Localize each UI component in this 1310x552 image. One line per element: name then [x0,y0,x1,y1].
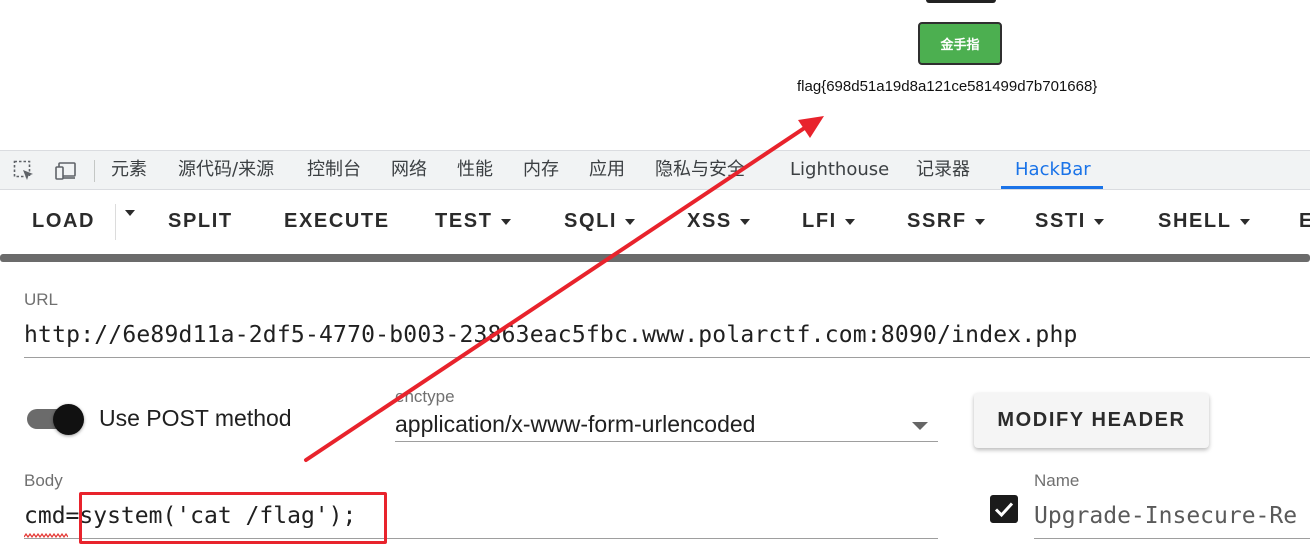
body-label: Body [24,471,63,490]
shell-menu-button[interactable]: SHELL [1158,210,1250,233]
caret-down-icon [844,218,855,225]
sqli-label: SQLI [564,210,618,232]
load-menu-button[interactable] [117,210,135,216]
annotation-highlight-box [79,492,387,544]
shell-label: SHELL [1158,210,1232,232]
load-split-divider [115,204,116,240]
ssrf-menu-button[interactable]: SSRF [907,210,985,233]
encoding-label: E [1299,210,1310,232]
test-menu-button[interactable]: TEST [435,210,511,233]
active-tab-indicator [1001,186,1103,189]
sqli-menu-button[interactable]: SQLI [564,210,636,233]
arrow-head-icon [798,116,824,138]
post-method-label: Use POST method [99,405,292,431]
dropdown-arrow-icon[interactable] [912,422,928,430]
checkmark-icon [994,502,1014,518]
ssrf-label: SSRF [907,210,967,232]
flag-text: flag{698d51a19d8a121ce581499d7b701668} [797,78,1098,95]
caret-down-icon [974,218,985,225]
lfi-label: LFI [802,210,837,232]
header-name-underline [1034,538,1310,539]
url-label: URL [24,290,59,309]
inspect-element-icon[interactable] [12,159,36,183]
header-enabled-checkbox[interactable] [990,495,1018,523]
tab-elements[interactable]: 元素 [111,151,147,189]
devtools-tab-bar: 元素 源代码/来源 控制台 网络 性能 内存 应用 隐私与安全 Lighthou… [0,150,1310,190]
url-input[interactable]: http://6e89d11a-2df5-4770-b003-23863eac5… [24,322,1078,348]
device-toolbar-icon[interactable] [54,159,78,183]
encoding-menu-button[interactable]: E [1299,210,1310,233]
header-name-label: Name [1034,471,1080,490]
toolbar-shadow [0,254,1310,262]
ssti-menu-button[interactable]: SSTI [1035,210,1104,233]
xss-label: XSS [687,210,732,232]
caret-down-icon [1239,218,1250,225]
enctype-label: enctype [395,387,455,406]
toolbar-separator [94,160,95,182]
tab-sources[interactable]: 源代码/来源 [178,151,274,189]
caret-down-icon [625,218,636,225]
execute-label: EXECUTE [284,210,390,232]
previous-button-edge [926,0,996,3]
ssti-label: SSTI [1035,210,1086,232]
annotation-arrow [304,116,824,462]
tab-console[interactable]: 控制台 [307,151,361,189]
tab-application[interactable]: 应用 [589,151,625,189]
tab-network[interactable]: 网络 [391,151,427,189]
caret-down-icon [500,218,511,225]
caret-down-icon [125,210,135,216]
xss-menu-button[interactable]: XSS [687,210,750,233]
caret-down-icon [1093,218,1104,225]
tab-hackbar[interactable]: HackBar [1015,151,1091,189]
tab-lighthouse[interactable]: Lighthouse [790,151,889,189]
modify-header-button[interactable]: MODIFY HEADER [974,393,1209,448]
tab-performance[interactable]: 性能 [457,151,493,189]
post-method-toggle-thumb[interactable] [53,404,84,435]
tab-memory[interactable]: 内存 [523,151,559,189]
split-button[interactable]: SPLIT [168,210,233,233]
tab-privacy-security[interactable]: 隐私与安全 [655,151,745,189]
execute-button[interactable]: EXECUTE [284,210,390,233]
test-label: TEST [435,210,493,232]
url-underline [24,357,1310,358]
enctype-select[interactable]: application/x-www-form-urlencoded [395,411,755,438]
caret-down-icon [739,218,750,225]
lfi-menu-button[interactable]: LFI [802,210,855,233]
cheat-button[interactable]: 金手指 [918,22,1002,65]
load-button[interactable]: LOAD [32,210,95,233]
header-name-input[interactable]: Upgrade-Insecure-Re [1034,503,1297,529]
tab-recorder[interactable]: 记录器 [916,151,970,189]
split-label: SPLIT [168,210,233,232]
enctype-underline [395,441,938,442]
load-label: LOAD [32,210,96,232]
hackbar-toolbar: LOAD SPLIT EXECUTE TEST SQLI XSS LFI SSR… [0,190,1310,254]
